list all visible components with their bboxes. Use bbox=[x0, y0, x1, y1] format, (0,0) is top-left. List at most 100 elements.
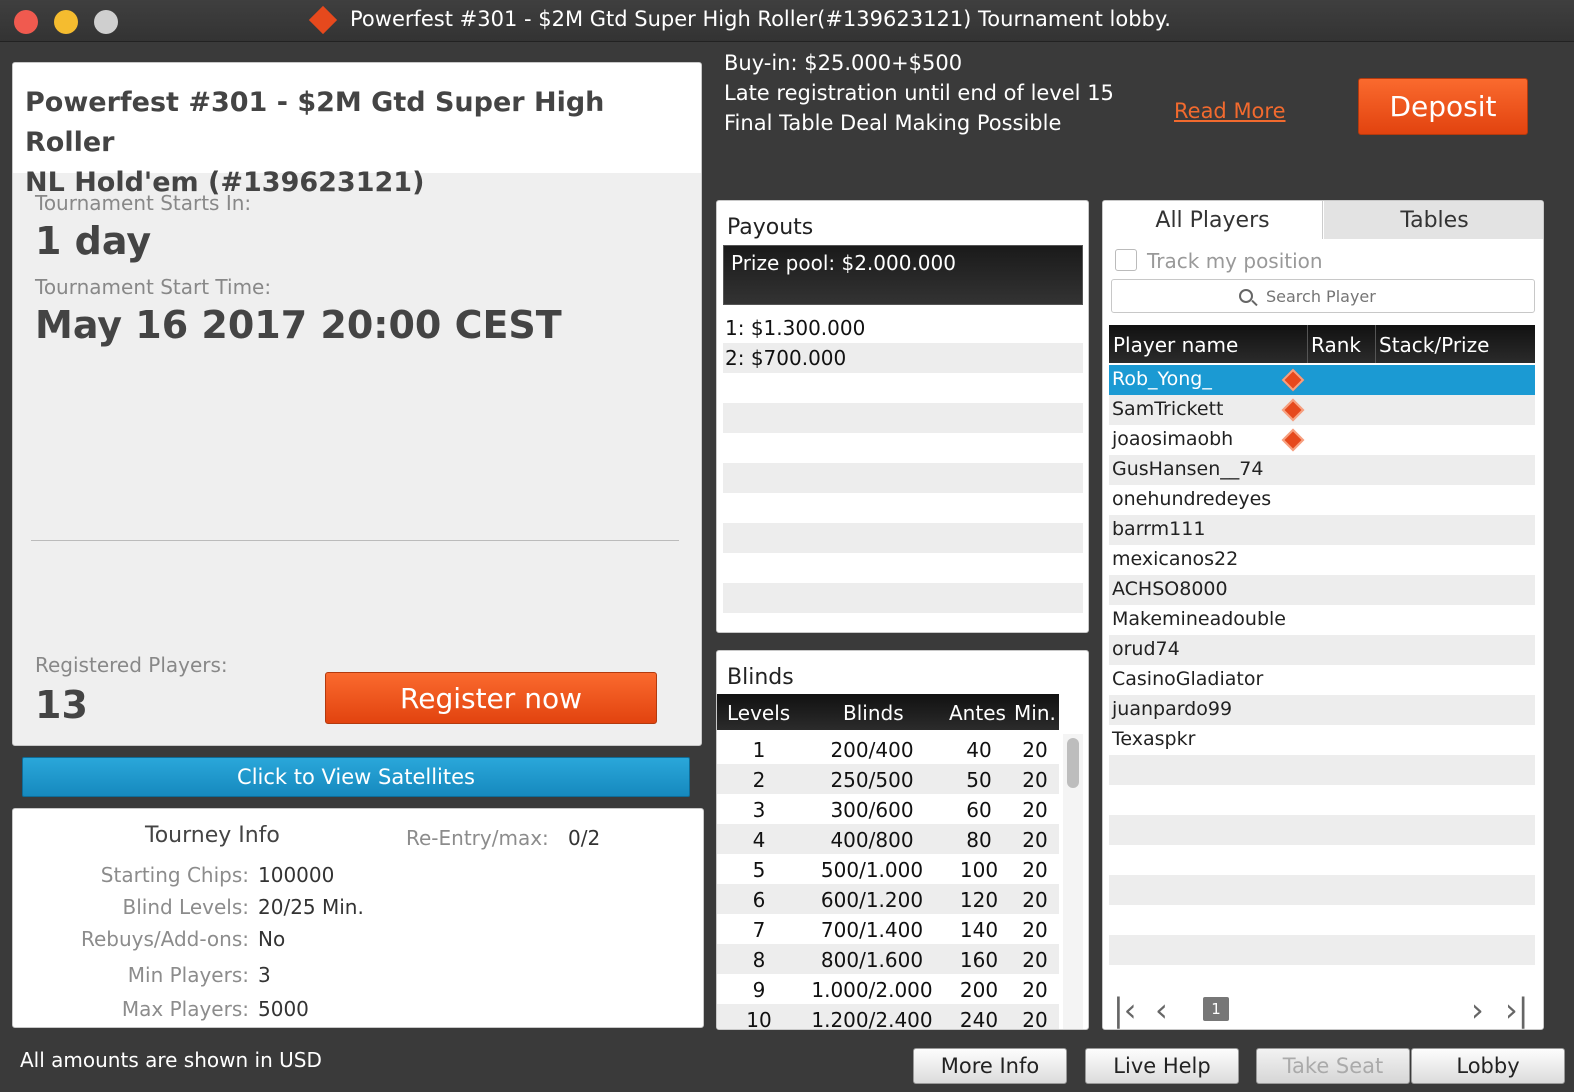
starts-in-value: 1 day bbox=[35, 219, 152, 263]
rebuys-value: No bbox=[258, 927, 286, 951]
payout-row bbox=[723, 493, 1083, 523]
live-help-button[interactable]: Live Help bbox=[1085, 1048, 1239, 1084]
start-time-label: Tournament Start Time: bbox=[35, 275, 272, 299]
next-page-icon[interactable]: › bbox=[1471, 994, 1484, 1026]
payout-row bbox=[723, 523, 1083, 553]
player-row[interactable]: mexicanos22 bbox=[1109, 545, 1535, 575]
blind-level-row: 6 600/1.200 120 20 bbox=[717, 884, 1059, 914]
player-row[interactable]: barrm111 bbox=[1109, 515, 1535, 545]
antes-cell: 40 bbox=[966, 738, 992, 762]
player-row[interactable]: GusHansen__74 bbox=[1109, 455, 1535, 485]
more-info-button[interactable]: More Info bbox=[913, 1048, 1067, 1084]
tourney-info-title: Tourney Info bbox=[145, 823, 280, 848]
stack-prize-header[interactable]: Stack/Prize bbox=[1379, 333, 1489, 357]
blinds-scroll-thumb[interactable] bbox=[1067, 738, 1079, 788]
blinds-scrollbar[interactable] bbox=[1063, 734, 1083, 1029]
prize-pool: Prize pool: $2.000.000 bbox=[731, 251, 956, 275]
player-name: CasinoGladiator bbox=[1112, 668, 1264, 690]
blind-level-row: 7 700/1.400 140 20 bbox=[717, 914, 1059, 944]
antes-cell: 80 bbox=[966, 828, 992, 852]
partypoker-logo-icon bbox=[308, 5, 338, 35]
blind-level-row: 3 300/600 60 20 bbox=[717, 794, 1059, 824]
take-seat-button[interactable]: Take Seat bbox=[1256, 1048, 1410, 1084]
page-number[interactable]: 1 bbox=[1203, 997, 1229, 1021]
level-cell: 6 bbox=[752, 888, 766, 912]
starting-chips-label: Starting Chips: bbox=[100, 863, 249, 887]
deposit-button[interactable]: Deposit bbox=[1358, 78, 1528, 135]
view-satellites-button[interactable]: Click to View Satellites bbox=[22, 757, 690, 797]
first-page-icon[interactable]: |‹ bbox=[1113, 994, 1137, 1026]
player-row[interactable]: Texaspkr bbox=[1109, 725, 1535, 755]
player-row[interactable] bbox=[1109, 785, 1535, 815]
team-pro-icon bbox=[1281, 368, 1305, 392]
level-cell: 3 bbox=[752, 798, 766, 822]
blinds-list: 1 200/400 40 20 2 250/500 50 20 3 300/600 60 20 4 400… bbox=[717, 734, 1059, 1030]
tab-all-players[interactable]: All Players bbox=[1103, 201, 1323, 239]
close-window-button[interactable] bbox=[14, 10, 38, 34]
rank-header[interactable]: Rank bbox=[1311, 333, 1361, 357]
players-table-header: Player name Rank Stack/Prize bbox=[1109, 325, 1535, 363]
player-row[interactable]: SamTrickett bbox=[1109, 395, 1535, 425]
payouts-panel: Payouts Prize pool: $2.000.000 1: $1.300… bbox=[716, 200, 1089, 633]
player-name-header[interactable]: Player name bbox=[1113, 333, 1238, 357]
min-cell: 20 bbox=[1022, 828, 1048, 852]
team-pro-icon bbox=[1281, 398, 1305, 422]
antes-cell: 200 bbox=[959, 978, 999, 1002]
tab-tables[interactable]: Tables bbox=[1324, 201, 1543, 239]
player-row[interactable]: Makemineadouble bbox=[1109, 605, 1535, 635]
header-divider bbox=[1375, 325, 1376, 363]
reentry-label: Re-Entry/max: bbox=[406, 826, 549, 850]
payout-row: 1: $1.300.000 bbox=[723, 313, 1083, 343]
last-page-icon[interactable]: ›| bbox=[1505, 994, 1529, 1026]
payouts-title: Payouts bbox=[727, 215, 814, 240]
starts-in-label: Tournament Starts In: bbox=[35, 191, 252, 215]
player-row[interactable]: onehundredeyes bbox=[1109, 485, 1535, 515]
minimize-window-button[interactable] bbox=[54, 10, 78, 34]
player-row[interactable] bbox=[1109, 815, 1535, 845]
reentry-value: 0/2 bbox=[568, 826, 601, 850]
level-cell: 10 bbox=[746, 1008, 772, 1030]
blinds-cell: 500/1.000 bbox=[820, 858, 924, 882]
level-cell: 2 bbox=[752, 768, 766, 792]
antes-cell: 50 bbox=[966, 768, 992, 792]
blinds-header: Blinds bbox=[843, 701, 904, 725]
tourney-info-panel: Tourney Info Re-Entry/max: 0/2 Starting … bbox=[12, 808, 704, 1028]
level-cell: 4 bbox=[752, 828, 766, 852]
read-more-link[interactable]: Read More bbox=[1174, 99, 1286, 123]
player-row[interactable]: juanpardo99 bbox=[1109, 695, 1535, 725]
player-row[interactable]: orud74 bbox=[1109, 635, 1535, 665]
blinds-table-header: Levels Blinds Antes Min. bbox=[717, 694, 1059, 730]
player-row[interactable] bbox=[1109, 905, 1535, 935]
payout-row bbox=[723, 613, 1083, 632]
min-cell: 20 bbox=[1022, 978, 1048, 1002]
min-header: Min. bbox=[1014, 701, 1056, 725]
player-row[interactable] bbox=[1109, 875, 1535, 905]
register-now-button[interactable]: Register now bbox=[325, 672, 657, 724]
blind-levels-value: 20/25 Min. bbox=[258, 895, 364, 919]
player-name: ACHSO8000 bbox=[1112, 578, 1228, 600]
payout-row bbox=[723, 553, 1083, 583]
zoom-window-button[interactable] bbox=[94, 10, 118, 34]
track-position-checkbox[interactable] bbox=[1115, 249, 1137, 271]
payout-row bbox=[723, 373, 1083, 403]
player-row[interactable]: Rob_Yong_ bbox=[1109, 365, 1535, 395]
player-row[interactable] bbox=[1109, 755, 1535, 785]
player-row[interactable] bbox=[1109, 845, 1535, 875]
player-row[interactable] bbox=[1109, 935, 1535, 965]
player-row[interactable]: joaosimaobh bbox=[1109, 425, 1535, 455]
blind-level-row: 2 250/500 50 20 bbox=[717, 764, 1059, 794]
blind-level-row: 1 200/400 40 20 bbox=[717, 734, 1059, 764]
player-row[interactable]: CasinoGladiator bbox=[1109, 665, 1535, 695]
search-player-input[interactable] bbox=[1111, 279, 1535, 313]
prev-page-icon[interactable]: ‹ bbox=[1155, 994, 1168, 1026]
lobby-button[interactable]: Lobby bbox=[1411, 1048, 1565, 1084]
payout-row bbox=[723, 433, 1083, 463]
blind-level-row: 5 500/1.000 100 20 bbox=[717, 854, 1059, 884]
min-cell: 20 bbox=[1022, 738, 1048, 762]
blinds-cell: 400/800 bbox=[830, 828, 914, 852]
blinds-title: Blinds bbox=[727, 665, 794, 690]
blind-level-row: 4 400/800 80 20 bbox=[717, 824, 1059, 854]
tournament-name-line1: Powerfest #301 - $2M Gtd Super High Roll… bbox=[25, 87, 605, 158]
player-row[interactable]: ACHSO8000 bbox=[1109, 575, 1535, 605]
max-players-value: 5000 bbox=[258, 997, 309, 1021]
